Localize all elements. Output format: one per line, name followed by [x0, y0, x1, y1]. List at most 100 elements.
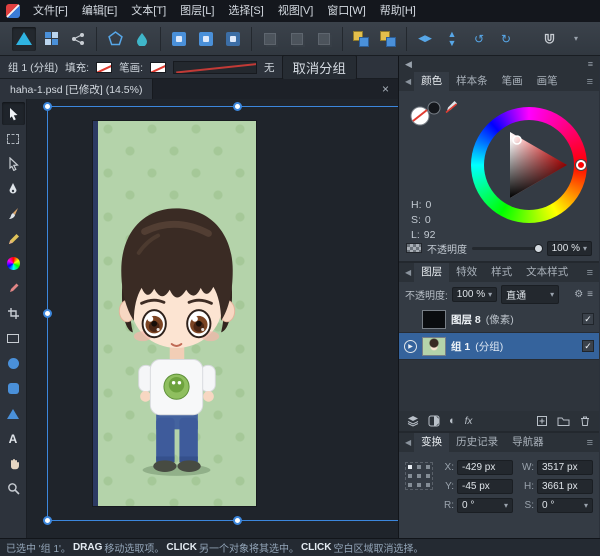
tab-color[interactable]: 颜色 [414, 72, 449, 91]
collapse-panel-icon[interactable]: ◀ [405, 59, 412, 70]
tab-layers[interactable]: 图层 [414, 263, 449, 282]
x-input[interactable]: -429 px [457, 460, 513, 475]
menu-edit[interactable]: 编辑[E] [75, 0, 124, 22]
eyedropper-tool[interactable] [2, 277, 25, 300]
fluid-droplet-icon[interactable] [130, 27, 154, 51]
y-input[interactable]: -45 px [457, 479, 513, 494]
panel-menu-icon[interactable]: ≡ [588, 59, 593, 69]
stroke-style-preview[interactable] [173, 61, 257, 74]
stroke-swatch[interactable] [150, 62, 166, 73]
canvas[interactable] [27, 99, 398, 538]
pentagon-shape-icon[interactable] [103, 27, 127, 51]
color-opacity-value[interactable]: 100 %▾ [547, 241, 592, 256]
move-to-front-icon[interactable] [312, 27, 336, 51]
pencil-tool[interactable] [2, 227, 25, 250]
snapping-magnet-icon[interactable] [537, 27, 561, 51]
menu-layer[interactable]: 图层[L] [173, 0, 221, 22]
crop-tool[interactable] [2, 302, 25, 325]
layers-opacity-dropdown[interactable]: 100 %▾ [452, 287, 497, 302]
color-triangle[interactable] [484, 120, 574, 210]
fill-swatch[interactable] [96, 62, 112, 73]
ungroup-button[interactable]: 取消分组 [282, 55, 357, 80]
flip-vertical-icon[interactable]: ▲▼ [440, 27, 464, 51]
tab-close-button[interactable]: × [373, 82, 398, 96]
rectangle-tool[interactable] [2, 327, 25, 350]
toolbar-more-dropdown[interactable]: ▾ [564, 27, 588, 51]
layer-settings-gear-icon[interactable]: ⚙ [574, 289, 583, 300]
anchor-point-selector[interactable] [405, 462, 433, 490]
tab-styles[interactable]: 样式 [484, 263, 519, 282]
selection-handle-bottom-center[interactable] [233, 516, 242, 525]
menu-view[interactable]: 视图[V] [271, 0, 320, 22]
new-group-icon[interactable] [557, 415, 570, 427]
move-back-one-icon[interactable] [285, 27, 309, 51]
zoom-tool[interactable] [2, 477, 25, 500]
node-tool[interactable] [2, 152, 25, 175]
move-to-back-icon[interactable] [258, 27, 282, 51]
layer-list[interactable]: 图层 8 (像素) ✓ ▶ 组 1 (分组) ✓ [399, 306, 599, 411]
layer-row-pixel[interactable]: 图层 8 (像素) ✓ [399, 306, 599, 333]
new-layer-icon[interactable] [536, 415, 548, 427]
text-tool[interactable]: A [2, 427, 25, 450]
menu-window[interactable]: 窗口[W] [320, 0, 373, 22]
hand-tool[interactable] [2, 452, 25, 475]
tab-scroll-left-icon[interactable]: ◀ [402, 77, 414, 86]
artboard-tool[interactable] [2, 127, 25, 150]
color-opacity-slider[interactable] [472, 247, 542, 250]
tab-swatches[interactable]: 样本条 [449, 72, 495, 91]
move-tool[interactable] [2, 102, 25, 125]
gradient-tool[interactable] [2, 252, 25, 275]
s-input[interactable]: 0 °▾ [537, 498, 593, 513]
color-dropper-icon[interactable] [443, 99, 459, 115]
insert-normal-icon[interactable] [167, 27, 191, 51]
boolean-add-icon[interactable] [349, 27, 373, 51]
tab-stroke[interactable]: 笔画 [495, 72, 530, 91]
tab-text-styles[interactable]: 文本样式 [519, 263, 575, 282]
rounded-rectangle-tool[interactable] [2, 377, 25, 400]
selection-handle-middle-left[interactable] [43, 309, 52, 318]
menu-help[interactable]: 帮助[H] [373, 0, 423, 22]
layer-effects-fx-icon[interactable]: fx [465, 416, 473, 427]
color-wheel[interactable] [471, 107, 587, 223]
document-tab[interactable]: haha-1.psd [已修改] (14.5%) [0, 79, 153, 99]
tab-brushes[interactable]: 画笔 [530, 72, 565, 91]
blend-mode-dropdown[interactable]: 直通▾ [501, 285, 559, 304]
selection-handle-bottom-left[interactable] [43, 516, 52, 525]
insert-inside-icon[interactable] [194, 27, 218, 51]
expand-group-icon[interactable]: ▶ [404, 340, 417, 353]
h-input[interactable]: 3661 px [537, 479, 593, 494]
transform-panel-menu-icon[interactable]: ≡ [584, 437, 596, 449]
menu-file[interactable]: 文件[F] [26, 0, 75, 22]
tab-history[interactable]: 历史记录 [449, 433, 505, 452]
tab-scroll-left-icon[interactable]: ◀ [402, 438, 414, 447]
color-panel-menu-icon[interactable]: ≡ [584, 76, 596, 88]
layer-visibility-checkbox[interactable]: ✓ [582, 340, 594, 352]
layers-options-menu-icon[interactable]: ≡ [587, 289, 593, 300]
ellipse-tool[interactable] [2, 352, 25, 375]
triangle-tool[interactable] [2, 402, 25, 425]
tab-navigator[interactable]: 导航器 [505, 433, 551, 452]
delete-layer-icon[interactable] [579, 415, 591, 427]
adjustment-layer-icon[interactable]: ◐ [449, 415, 456, 427]
layer-row-group[interactable]: ▶ 组 1 (分组) ✓ [399, 333, 599, 360]
pixel-persona-icon[interactable] [39, 27, 63, 51]
flip-horizontal-icon[interactable]: ◀▶ [413, 27, 437, 51]
rotate-cw-icon[interactable]: ↻ [494, 27, 518, 51]
boolean-subtract-icon[interactable] [376, 27, 400, 51]
tab-scroll-left-icon[interactable]: ◀ [402, 268, 414, 277]
tab-transform[interactable]: 变换 [414, 433, 449, 452]
layer-visibility-checkbox[interactable]: ✓ [582, 313, 594, 325]
menu-select[interactable]: 选择[S] [221, 0, 270, 22]
tab-effects[interactable]: 特效 [449, 263, 484, 282]
r-input[interactable]: 0 °▾ [457, 498, 513, 513]
designer-persona-icon[interactable] [12, 27, 36, 51]
insert-behind-icon[interactable] [221, 27, 245, 51]
w-input[interactable]: 3517 px [537, 460, 593, 475]
pen-tool[interactable] [2, 177, 25, 200]
selection-handle-top-left[interactable] [43, 102, 52, 111]
mask-layer-icon[interactable] [428, 415, 440, 427]
export-persona-icon[interactable] [66, 27, 90, 51]
brush-tool[interactable] [2, 202, 25, 225]
menu-text[interactable]: 文本[T] [124, 0, 173, 22]
rotate-ccw-icon[interactable]: ↺ [467, 27, 491, 51]
